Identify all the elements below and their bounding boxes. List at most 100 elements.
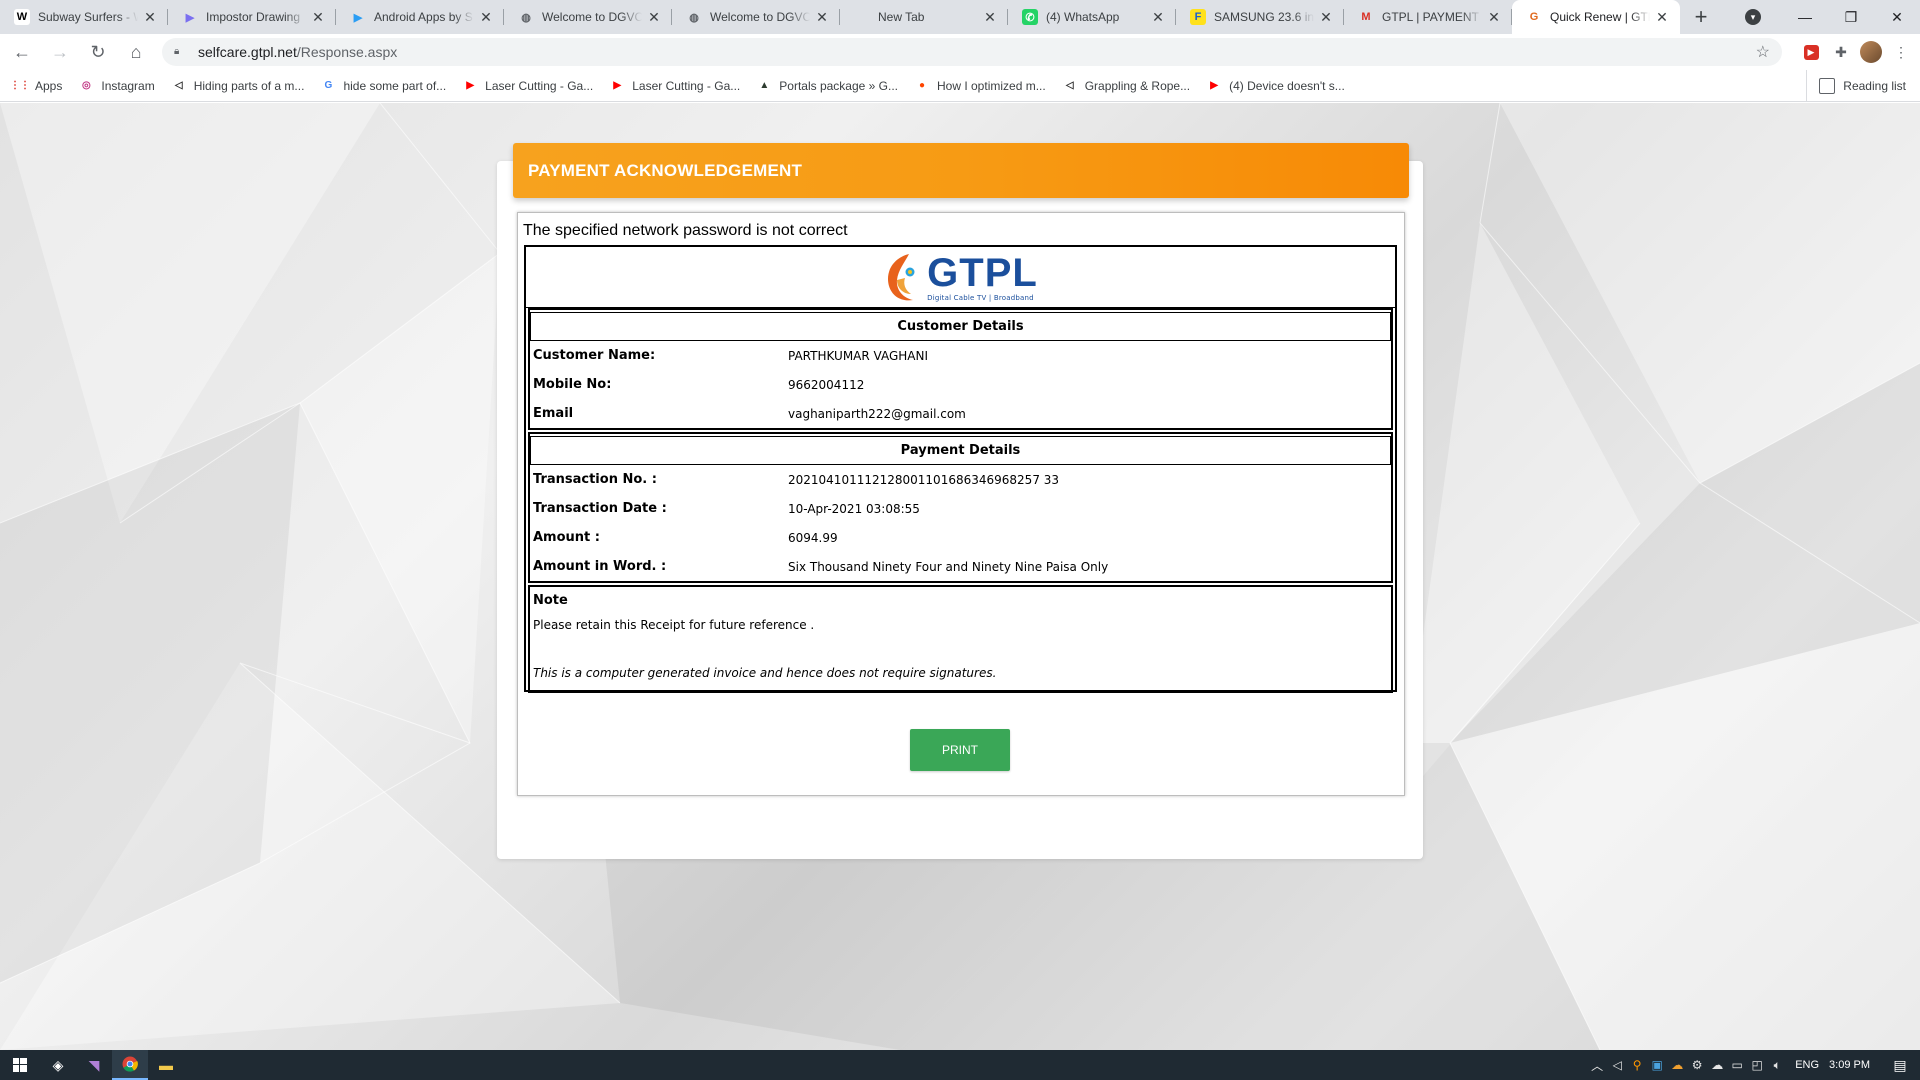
email-value: vaghaniparth222@gmail.com	[788, 406, 966, 421]
payment-details-title: Payment Details	[530, 436, 1391, 465]
url-host: selfcare.gtpl.net	[198, 44, 297, 60]
close-window-button[interactable]: ✕	[1874, 0, 1920, 34]
note-title: Note	[533, 593, 568, 608]
home-button[interactable]: ⌂	[120, 36, 152, 68]
reload-button[interactable]: ↻	[82, 36, 114, 68]
tab-favicon-icon: M	[1361, 11, 1371, 23]
vscode-tray-icon[interactable]: ◁	[1607, 1058, 1627, 1072]
table-row: Transaction No. : 2021041011121280011016…	[530, 465, 1391, 494]
taskbar-clock[interactable]: 3:09 PM	[1829, 1059, 1870, 1071]
volume-icon[interactable]: 🔈︎	[1767, 1058, 1787, 1073]
customer-name-value: PARTHKUMAR VAGHANI	[788, 348, 929, 363]
cloud-tray-icon[interactable]: ☁	[1667, 1058, 1687, 1072]
reading-list-icon	[1819, 78, 1836, 94]
reading-list-button[interactable]: Reading list	[1806, 70, 1906, 102]
reading-list-label: Reading list	[1843, 79, 1906, 93]
bookmark-item[interactable]: ◎ Instagram	[78, 78, 155, 94]
more-menu-icon[interactable]: ⋮	[1886, 37, 1916, 67]
close-tab-icon[interactable]: ✕	[310, 9, 326, 26]
chevron-down-icon: ▾	[1745, 9, 1761, 25]
close-tab-icon[interactable]: ✕	[142, 9, 158, 26]
tab-favicon-icon: ✆	[1022, 9, 1038, 25]
url-path: /Response.aspx	[296, 44, 398, 60]
tab-list: W Subway Surfers - W ✕ ▶ Impostor Drawing ✕ ▶ A…	[0, 0, 1680, 34]
tab-favicon-icon: W	[14, 9, 30, 25]
tab-search-button[interactable]: ▾	[1736, 0, 1770, 34]
extension-red-icon[interactable]: ▶	[1796, 37, 1826, 67]
network-icon[interactable]: ◰	[1747, 1058, 1767, 1072]
close-tab-icon[interactable]: ✕	[814, 9, 830, 26]
close-tab-icon[interactable]: ✕	[646, 9, 662, 26]
browser-tab[interactable]: W Subway Surfers - W ✕	[0, 0, 168, 34]
puzzle-icon[interactable]: ✚	[1826, 37, 1856, 67]
language-indicator[interactable]: ENG	[1795, 1059, 1819, 1071]
bookmark-item[interactable]: ▶ Laser Cutting - Ga...	[462, 78, 593, 94]
address-bar[interactable]: 🔒︎ selfcare.gtpl.net/Response.aspx ☆	[162, 38, 1782, 66]
arrow-right-icon: →	[51, 41, 69, 62]
amount-value: 6094.99	[788, 530, 838, 545]
minimize-button[interactable]: —	[1782, 0, 1828, 34]
bookmark-item[interactable]: ▶ (4) Device doesn't s...	[1206, 78, 1345, 94]
bookmark-item[interactable]: ● How I optimized m...	[914, 78, 1046, 94]
unity-app-icon[interactable]: ◈	[40, 1050, 76, 1080]
bookmark-label: How I optimized m...	[937, 78, 1046, 93]
browser-tab[interactable]: New Tab ✕	[840, 0, 1008, 34]
browser-tab[interactable]: ▶ Impostor Drawing ✕	[168, 0, 336, 34]
browser-tab[interactable]: F SAMSUNG 23.6 inc ✕	[1176, 0, 1344, 34]
search-tray-icon[interactable]: ⚲	[1627, 1058, 1647, 1072]
browser-tab[interactable]: ◍ Welcome to DGVC ✕	[504, 0, 672, 34]
restore-button[interactable]: ❐	[1828, 0, 1874, 34]
close-tab-icon[interactable]: ✕	[1654, 9, 1670, 26]
notification-center-icon[interactable]: ▤	[1880, 1050, 1920, 1080]
table-row: Amount in Word. : Six Thousand Ninety Fo…	[530, 552, 1391, 581]
file-explorer-icon[interactable]: ▬	[148, 1050, 184, 1080]
customer-details-title: Customer Details	[530, 312, 1391, 341]
forward-button[interactable]: →	[44, 36, 76, 68]
close-tab-icon[interactable]: ✕	[982, 9, 998, 26]
browser-tab[interactable]: ◍ Welcome to DGVC ✕	[672, 0, 840, 34]
row-label: Transaction No. :	[533, 472, 657, 487]
tab-favicon-icon: ◍	[689, 11, 699, 24]
close-tab-icon[interactable]: ✕	[478, 9, 494, 26]
close-tab-icon[interactable]: ✕	[1486, 9, 1502, 26]
bookmark-item[interactable]: ◁ Hiding parts of a m...	[171, 78, 305, 94]
bookmark-favicon-icon: ◁	[174, 80, 183, 91]
back-button[interactable]: ←	[6, 36, 38, 68]
new-tab-button[interactable]: +	[1684, 0, 1718, 34]
bookmark-label: (4) Device doesn't s...	[1229, 78, 1345, 93]
chrome-taskbar-icon[interactable]	[112, 1050, 148, 1080]
browser-tab[interactable]: M GTPL | PAYMENT - ✕	[1344, 0, 1512, 34]
browser-tab[interactable]: G Quick Renew | GTP ✕	[1512, 0, 1680, 34]
window-controls: — ❐ ✕	[1782, 0, 1920, 34]
bookmark-item[interactable]: ⋮⋮ Apps	[10, 78, 62, 94]
close-tab-icon[interactable]: ✕	[1318, 9, 1334, 26]
tab-favicon-icon	[854, 9, 870, 25]
bookmark-list: ⋮⋮ Apps ◎ Instagram ◁ Hiding parts of a m... G…	[10, 78, 1361, 94]
start-button[interactable]	[0, 1050, 40, 1080]
bookmark-item[interactable]: ◁ Grappling & Rope...	[1062, 78, 1190, 94]
tab-title: Quick Renew | GTP	[1550, 10, 1650, 24]
bookmark-item[interactable]: ▶ Laser Cutting - Ga...	[609, 78, 740, 94]
row-label: Customer Name:	[533, 348, 656, 363]
browser-tab[interactable]: ▶ Android Apps by S ✕	[336, 0, 504, 34]
app-tray-icon[interactable]: ▣	[1647, 1058, 1667, 1072]
browser-tab[interactable]: ✆ (4) WhatsApp ✕	[1008, 0, 1176, 34]
bookmark-star-icon[interactable]: ☆	[1756, 42, 1770, 62]
url-text[interactable]: selfcare.gtpl.net/Response.aspx	[198, 44, 1756, 60]
lock-icon: 🔒︎	[174, 46, 180, 57]
tab-title: New Tab	[878, 10, 925, 24]
battery-icon[interactable]: ▭	[1727, 1058, 1747, 1072]
bookmark-favicon-icon: G	[324, 80, 333, 91]
tab-title: (4) WhatsApp	[1046, 10, 1120, 24]
visual-studio-icon[interactable]: ◥	[76, 1050, 112, 1080]
row-label: Transaction Date :	[533, 501, 667, 516]
gear-tray-icon[interactable]: ⚙	[1687, 1058, 1707, 1072]
bookmark-item[interactable]: Ghide some part of...	[320, 78, 447, 94]
profile-avatar[interactable]	[1856, 37, 1886, 67]
note-footer: This is a computer generated invoice and…	[533, 666, 997, 680]
print-button[interactable]: PRINT	[910, 729, 1010, 771]
close-tab-icon[interactable]: ✕	[1150, 9, 1166, 26]
bookmark-item[interactable]: ▲ Portals package » G...	[756, 78, 898, 94]
chevron-up-icon[interactable]: ︿	[1587, 1057, 1607, 1074]
onedrive-icon[interactable]: ☁	[1707, 1058, 1727, 1072]
